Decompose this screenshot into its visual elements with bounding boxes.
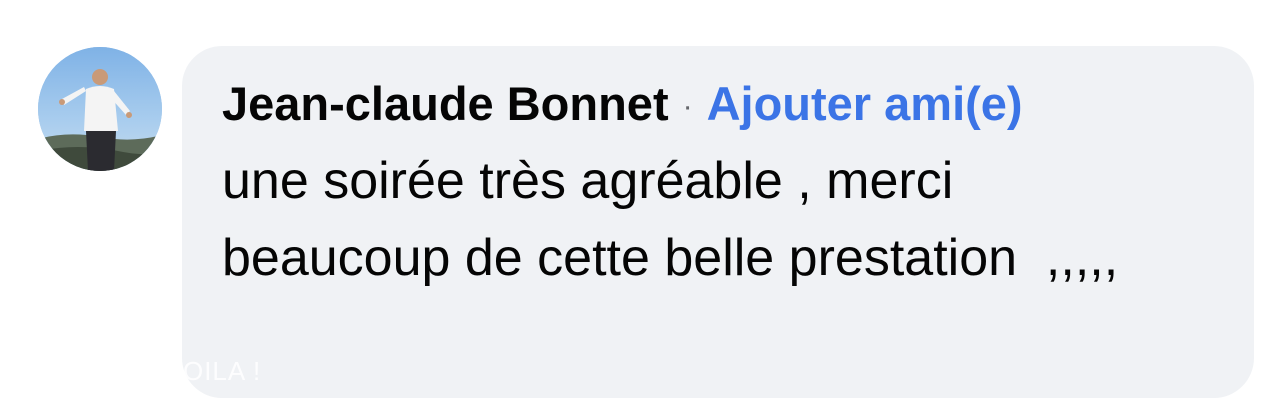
comment-text: une soirée très agréable , merci beaucou… <box>222 152 1119 287</box>
separator-dot: · <box>682 90 693 123</box>
comment-bubble: Jean-claude Bonnet · Ajouter ami(e) une … <box>182 46 1254 398</box>
add-friend-link[interactable]: Ajouter ami(e) <box>707 74 1023 134</box>
author-name-link[interactable]: Jean-claude Bonnet <box>222 74 669 134</box>
watermark-text: T VOILA ! <box>140 356 262 386</box>
avatar[interactable] <box>38 47 162 171</box>
comment-header: Jean-claude Bonnet · Ajouter ami(e) <box>222 74 1214 141</box>
comment-item: Jean-claude Bonnet · Ajouter ami(e) une … <box>0 0 1280 413</box>
avatar-photo <box>38 47 162 171</box>
